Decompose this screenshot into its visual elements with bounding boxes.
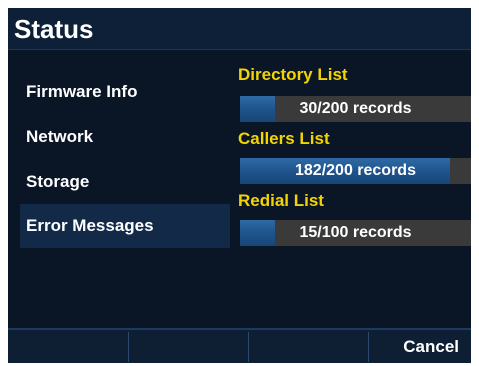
sidebar-item-error-messages[interactable]: Error Messages [20, 204, 230, 248]
status-screen: Status Firmware Info Network Storage Err… [8, 8, 471, 363]
softkey-2[interactable] [129, 330, 249, 363]
directory-list-title: Directory List [238, 65, 348, 84]
title-bar: Status [8, 8, 471, 50]
sidebar-item-label: Error Messages [26, 216, 154, 235]
sidebar-item-network[interactable]: Network [20, 115, 230, 159]
cancel-button[interactable]: Cancel [369, 330, 471, 363]
sidebar-item-label: Network [26, 127, 94, 146]
sidebar-item-label: Firmware Info [26, 82, 138, 101]
callers-list-title: Callers List [238, 129, 330, 148]
callers-list-usage-bar: 182/200 records [240, 158, 471, 184]
sidebar-item-firmware-info[interactable]: Firmware Info [20, 70, 230, 114]
directory-list-usage-bar: 30/200 records [240, 96, 471, 122]
softkey-1[interactable] [8, 330, 128, 363]
directory-list-records: 30/200 records [299, 100, 412, 117]
callers-list-records: 182/200 records [295, 162, 416, 179]
page-title: Status [14, 14, 94, 44]
redial-list-usage-bar: 15/100 records [240, 220, 471, 246]
sidebar: Firmware Info Network Storage Error Mess… [8, 50, 238, 328]
softkey-3[interactable] [249, 330, 369, 363]
sidebar-item-storage[interactable]: Storage [20, 160, 230, 204]
redial-list-title: Redial List [238, 191, 324, 210]
sidebar-item-label: Storage [26, 172, 90, 191]
storage-panel: Directory List 30/200 records Callers Li… [238, 50, 471, 328]
redial-list-records: 15/100 records [299, 224, 412, 241]
softkey-bar: Cancel [8, 328, 471, 363]
